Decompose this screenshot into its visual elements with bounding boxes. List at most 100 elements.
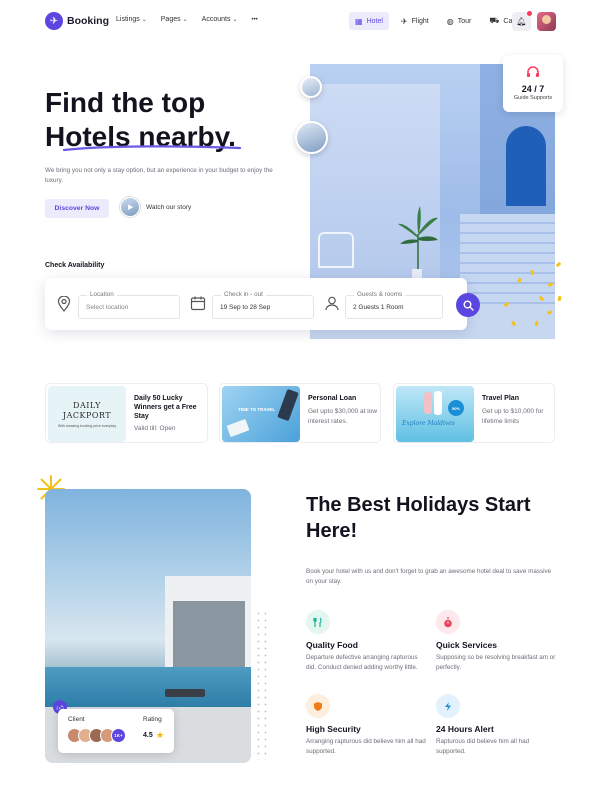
menu-label: Accounts bbox=[201, 16, 231, 23]
title-line-1: Find the top bbox=[45, 87, 206, 118]
discover-now-button[interactable]: Discover Now bbox=[45, 199, 109, 218]
promo-image-small: With amazing booking price everyday bbox=[57, 423, 117, 428]
notification-dot bbox=[527, 11, 532, 16]
tab-flight[interactable]: ✈ Flight bbox=[395, 12, 435, 30]
menu-accounts[interactable]: Accounts ⌄ bbox=[202, 16, 238, 23]
user-icon bbox=[325, 296, 339, 311]
guests-value: 2 Guests 1 Room bbox=[353, 304, 404, 311]
menu-label: Pages bbox=[160, 16, 181, 23]
brand-logo[interactable]: ✈ Booking bbox=[45, 12, 109, 30]
timer-svg bbox=[444, 616, 452, 627]
discount-badge: 50% bbox=[448, 400, 464, 416]
menu-label: Listings bbox=[116, 16, 140, 23]
rating-label: Rating bbox=[143, 716, 162, 723]
search-bar: Location Check in - out 19 Sep to 28 Sep… bbox=[45, 278, 467, 330]
feature-title: High Security bbox=[306, 724, 361, 734]
promo-image-text: DAILY JACKPORT bbox=[62, 400, 112, 420]
promo-title: Daily 50 Lucky Winners get a Free Stay bbox=[134, 395, 197, 420]
promo-image: TIME TO TRAVEL bbox=[222, 386, 300, 442]
checkin-field[interactable]: Check in - out 19 Sep to 28 Sep bbox=[212, 291, 314, 319]
tab-label: Tour bbox=[457, 17, 472, 25]
location-field[interactable]: Location bbox=[78, 291, 180, 319]
globe-icon: ◍ bbox=[446, 16, 454, 26]
plane-icon: ✈ bbox=[400, 16, 408, 26]
feature-desc: Departure defective arranging rapturous … bbox=[306, 654, 418, 671]
tab-hotel[interactable]: ▦ Hotel bbox=[349, 12, 389, 30]
support-card: 24 / 7 Guide Supports bbox=[503, 55, 563, 112]
menu-pages[interactable]: Pages ⌄ bbox=[161, 16, 188, 23]
support-number: 24 / 7 bbox=[521, 84, 545, 94]
menu-listings[interactable]: Listings ⌄ bbox=[116, 16, 147, 23]
rating-score: 4.5 bbox=[143, 732, 153, 739]
promo-desc: Valid till: Open bbox=[134, 425, 176, 432]
promo-title: Personal Loan bbox=[308, 395, 357, 402]
search-button[interactable] bbox=[456, 293, 480, 317]
promo-card-travel[interactable]: 50% Explore Maldives Travel Plan Get up … bbox=[393, 383, 555, 443]
promo-image: DAILY JACKPORT With amazing booking pric… bbox=[48, 386, 126, 442]
rating-card: Client Rating 1K+ 4.5 ★ bbox=[58, 709, 174, 753]
feature-title: Quick Services bbox=[436, 640, 497, 650]
tab-tour[interactable]: ◍ Tour bbox=[441, 12, 478, 30]
promo-image-person bbox=[434, 391, 442, 415]
promo-image-person bbox=[424, 392, 432, 414]
location-input[interactable] bbox=[86, 304, 171, 311]
chevron-down-icon: ⌄ bbox=[182, 17, 188, 23]
utensils-icon bbox=[306, 610, 330, 634]
hotel-thumb-2[interactable] bbox=[295, 121, 328, 154]
search-icon bbox=[463, 300, 474, 311]
feature-desc: Supposing so be resolving breakfast am o… bbox=[436, 654, 556, 671]
hotel-thumb-1[interactable] bbox=[300, 76, 322, 98]
guests-field[interactable]: Guests & rooms 2 Guests 1 Room bbox=[345, 291, 443, 319]
image-building-inside bbox=[173, 601, 245, 671]
category-tabs: ▦ Hotel ✈ Flight ◍ Tour ⛟ Cab bbox=[349, 12, 522, 30]
tab-label: Hotel bbox=[366, 17, 383, 25]
utensils-svg bbox=[313, 617, 322, 627]
confetti bbox=[555, 261, 562, 268]
promo-image: 50% Explore Maldives bbox=[396, 386, 474, 442]
calendar-icon bbox=[190, 296, 206, 311]
image-arch bbox=[506, 126, 546, 206]
chevron-down-icon: ⌄ bbox=[141, 17, 147, 23]
section-desc: Book your hotel with us and don't forget… bbox=[306, 568, 552, 585]
navbar: ✈ Booking Listings ⌄ Pages ⌄ Accounts ⌄ •••… bbox=[0, 0, 600, 44]
feature-quick-services: Quick Services Supposing so be resolving… bbox=[436, 610, 561, 673]
promo-image-text: TIME TO TRAVEL bbox=[238, 407, 276, 412]
hero-subtitle: We bring you not only a stay option, but… bbox=[45, 167, 273, 184]
decorative-dots bbox=[255, 610, 269, 760]
feature-quality-food: Quality Food Departure defective arrangi… bbox=[306, 610, 431, 673]
promo-title: Travel Plan bbox=[482, 395, 519, 402]
bolt-icon bbox=[436, 694, 460, 718]
feature-desc: Rapturous did believe him all had suppor… bbox=[436, 738, 530, 755]
logo-icon: ✈ bbox=[45, 12, 63, 30]
promo-card-loan[interactable]: TIME TO TRAVEL Personal Loan Get upto $3… bbox=[219, 383, 381, 443]
confetti bbox=[557, 295, 562, 302]
timer-icon bbox=[436, 610, 460, 634]
tab-label: Flight bbox=[411, 17, 429, 25]
promo-desc: Get up to $10,000 for lifetime limits bbox=[482, 408, 544, 425]
headset-icon bbox=[524, 66, 542, 82]
support-label: Guide Supports bbox=[513, 95, 553, 101]
checkin-label: Check in - out bbox=[221, 291, 266, 298]
main-menu: Listings ⌄ Pages ⌄ Accounts ⌄ ••• bbox=[116, 16, 258, 23]
location-label: Location bbox=[87, 291, 117, 298]
avatar[interactable] bbox=[537, 12, 556, 31]
promo-card-jackpot[interactable]: DAILY JACKPORT With amazing booking pric… bbox=[45, 383, 208, 443]
section-title: The Best Holidays Start Here! bbox=[306, 494, 531, 542]
more-menu-icon[interactable]: ••• bbox=[251, 16, 257, 23]
promo-image-text: Explore Maldives bbox=[402, 420, 455, 427]
hotel-icon: ▦ bbox=[355, 16, 363, 26]
client-avatars: 1K+ bbox=[67, 728, 126, 743]
watch-story-link[interactable]: ▶ Watch our story bbox=[120, 197, 191, 217]
feature-high-security: High Security Arranging rapturous did be… bbox=[306, 694, 431, 757]
promo-image-passport bbox=[277, 388, 299, 422]
car-icon: ⛟ bbox=[489, 16, 500, 25]
video-thumbnail[interactable]: ▶ bbox=[120, 197, 140, 217]
feature-title: 24 Hours Alert bbox=[436, 724, 494, 734]
promo-image-ticket bbox=[226, 418, 250, 438]
bolt-svg bbox=[445, 701, 451, 711]
image-pool bbox=[45, 667, 251, 707]
feature-desc: Arranging rapturous did believe him all … bbox=[306, 738, 426, 755]
brand-name: Booking bbox=[67, 15, 109, 27]
title-underline bbox=[62, 145, 242, 152]
shield-icon bbox=[306, 694, 330, 718]
